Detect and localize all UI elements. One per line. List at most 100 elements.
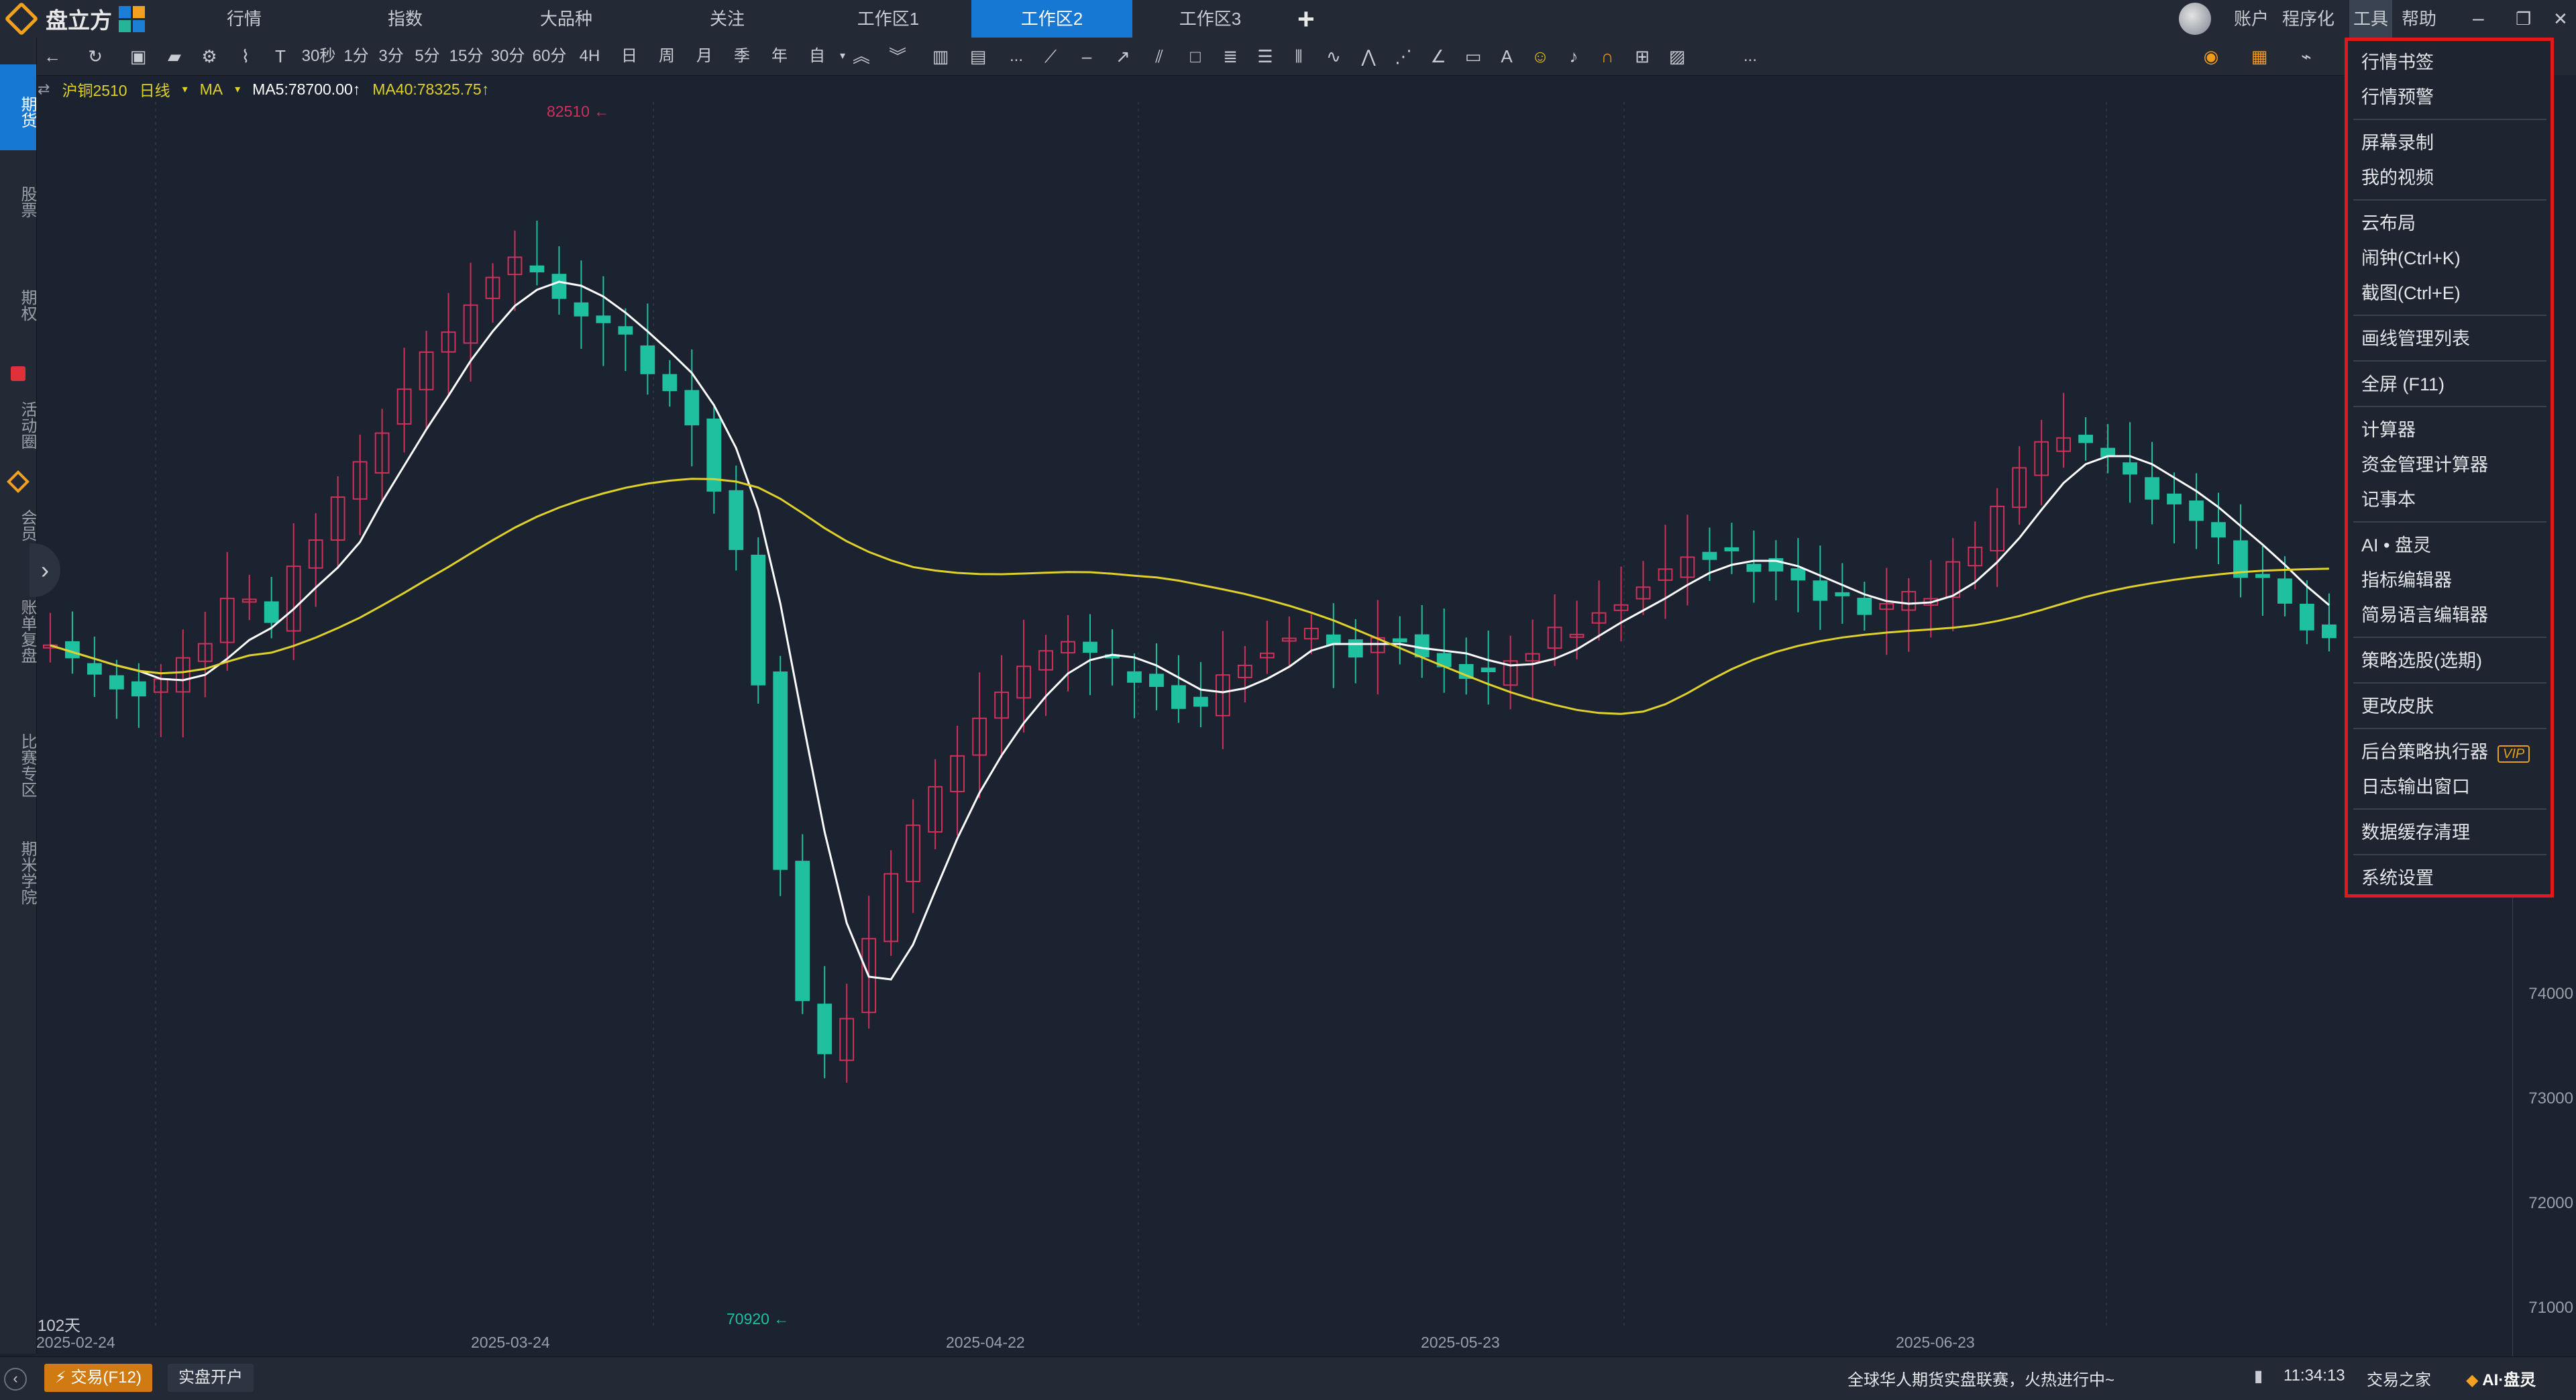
- tab-zhishu[interactable]: 指数: [325, 0, 486, 38]
- menu-item[interactable]: 更改皮肤: [2361, 692, 2434, 718]
- draw-line-icon[interactable]: ⟋: [1041, 47, 1060, 66]
- custom-dropdown-icon[interactable]: ▾: [833, 47, 852, 66]
- refresh-icon[interactable]: ↻: [86, 47, 105, 66]
- menu-item[interactable]: 我的视频: [2361, 163, 2434, 189]
- trade-assist-icon[interactable]: ◉: [2202, 47, 2220, 66]
- sidebar-item-academy[interactable]: 期米学院: [0, 816, 36, 930]
- wave-icon[interactable]: ∿: [1324, 47, 1343, 66]
- settings-gear-icon[interactable]: ⚙: [200, 47, 219, 66]
- close-icon[interactable]: ✕: [2553, 0, 2568, 38]
- zigzag-icon[interactable]: ⋀: [1359, 47, 1378, 66]
- menu-help[interactable]: 帮助: [2402, 0, 2436, 38]
- period-label[interactable]: 日线: [140, 78, 170, 101]
- broadcast-icon[interactable]: ⌁: [2297, 47, 2316, 66]
- ruler-icon[interactable]: ▭: [1464, 47, 1483, 66]
- fib-ext-icon[interactable]: ☰: [1256, 47, 1275, 66]
- text-icon[interactable]: T: [271, 47, 290, 66]
- period-15m[interactable]: 15分: [445, 38, 487, 75]
- menu-item[interactable]: 日志输出窗口: [2361, 772, 2470, 798]
- ai-panling-button[interactable]: ◆ AI·盘灵: [2466, 1366, 2536, 1390]
- tab-workspace-1[interactable]: 工作区1: [808, 0, 969, 38]
- tab-workspace-2[interactable]: 工作区2: [971, 0, 1132, 38]
- menu-item[interactable]: 数据缓存清理: [2361, 818, 2470, 844]
- indicator-label[interactable]: MA: [200, 80, 223, 99]
- menu-item[interactable]: 闹钟(Ctrl+K): [2361, 244, 2461, 270]
- period-30m[interactable]: 30分: [487, 38, 529, 75]
- parallel-lines-icon[interactable]: ⫽: [1150, 47, 1169, 66]
- period-day[interactable]: 日: [616, 38, 643, 75]
- tab-dapinzhong[interactable]: 大品种: [486, 0, 647, 38]
- add-tab-plus-icon[interactable]: +: [1297, 3, 1315, 36]
- horizontal-line-icon[interactable]: –: [1077, 47, 1096, 66]
- menu-item[interactable]: 资金管理计算器: [2361, 450, 2488, 476]
- symbol-label[interactable]: 沪铜2510: [62, 78, 127, 101]
- period-year[interactable]: 年: [766, 38, 793, 75]
- menu-item[interactable]: 画线管理列表: [2361, 324, 2470, 350]
- period-5m[interactable]: 5分: [411, 38, 444, 75]
- trade-button[interactable]: ⚡ 交易(F12): [44, 1364, 152, 1392]
- real-account-button[interactable]: 实盘开户: [168, 1364, 254, 1392]
- zoom-in-icon[interactable]: ︽: [852, 47, 871, 66]
- menu-item[interactable]: 后台策略执行器 VIP: [2361, 737, 2530, 763]
- period-30s[interactable]: 30秒: [298, 38, 339, 75]
- candlestick-chart[interactable]: 82510 ← 70920 ←: [37, 75, 2512, 1356]
- fib-icon[interactable]: ≣: [1221, 47, 1240, 66]
- period-dropdown-icon[interactable]: ▾: [182, 83, 188, 96]
- ray-icon[interactable]: ↗: [1114, 47, 1132, 66]
- tab-hangqing[interactable]: 行情: [164, 0, 325, 38]
- restore-icon[interactable]: ❐: [2516, 0, 2531, 38]
- user-avatar[interactable]: [2179, 3, 2211, 35]
- grid-icon[interactable]: ⊞: [1633, 47, 1652, 66]
- app-logo[interactable]: 盘立方: [4, 1, 145, 36]
- minimize-icon[interactable]: –: [2473, 0, 2484, 38]
- menu-item[interactable]: 截图(Ctrl+E): [2361, 278, 2461, 305]
- menu-item[interactable]: 策略选股(选期): [2361, 646, 2482, 672]
- bell-alert-icon[interactable]: ♪: [1564, 47, 1583, 66]
- back-arrow-icon[interactable]: ←: [43, 47, 62, 66]
- toolbar-more-1[interactable]: ...: [1006, 38, 1026, 75]
- menu-item[interactable]: 系统设置: [2361, 863, 2434, 890]
- sidebar-item-stocks[interactable]: 股票: [0, 172, 36, 232]
- split-columns-icon[interactable]: ▥: [931, 47, 950, 66]
- menu-item[interactable]: 行情书签: [2361, 48, 2434, 74]
- menu-tools[interactable]: 工具: [2349, 0, 2393, 38]
- period-60m[interactable]: 60分: [529, 38, 570, 75]
- tab-workspace-3[interactable]: 工作区3: [1130, 0, 1291, 38]
- folder-icon[interactable]: ▰: [165, 47, 184, 66]
- angle-icon[interactable]: ∠: [1429, 47, 1448, 66]
- menu-item[interactable]: 计算器: [2361, 415, 2416, 441]
- save-icon[interactable]: ▣: [129, 47, 148, 66]
- sidebar-item-futures[interactable]: 期货: [0, 64, 36, 150]
- period-1m[interactable]: 1分: [339, 38, 373, 75]
- rectangle-icon[interactable]: □: [1186, 47, 1205, 66]
- sidebar-item-options[interactable]: 期权: [0, 275, 36, 335]
- period-season[interactable]: 季: [729, 38, 755, 75]
- emoji-icon[interactable]: ☺: [1531, 47, 1550, 66]
- image-icon[interactable]: ▨: [1668, 47, 1686, 66]
- sidebar-item-activity[interactable]: 活动圈: [0, 385, 36, 466]
- zoom-out-icon[interactable]: ︾: [888, 47, 907, 66]
- split-rows-icon[interactable]: ▤: [969, 47, 987, 66]
- menu-account[interactable]: 账户: [2234, 0, 2269, 38]
- trade-home-link[interactable]: 交易之家: [2367, 1366, 2431, 1390]
- menu-item[interactable]: 指标编辑器: [2361, 566, 2452, 592]
- calendar-icon[interactable]: ▦: [2250, 47, 2269, 66]
- menu-program[interactable]: 程序化: [2282, 0, 2334, 38]
- menu-item[interactable]: 行情预警: [2361, 83, 2434, 109]
- marquee-text[interactable]: 全球华人期货实盘联赛，火热进行中~: [1847, 1366, 2114, 1390]
- menu-item[interactable]: 简易语言编辑器: [2361, 600, 2488, 627]
- cycle-lines-icon[interactable]: ⦀: [1289, 47, 1308, 66]
- sidebar-item-contest[interactable]: 比赛专区: [0, 708, 36, 822]
- period-custom[interactable]: 自: [804, 38, 830, 75]
- link-icon[interactable]: ⇄: [38, 80, 50, 98]
- menu-item[interactable]: 全屏 (F11): [2361, 370, 2445, 396]
- menu-item[interactable]: 屏幕录制: [2361, 128, 2434, 154]
- magnet-icon[interactable]: ∩: [1598, 47, 1617, 66]
- line-chart-icon[interactable]: ⌇: [236, 47, 255, 66]
- menu-item[interactable]: 云布局: [2361, 209, 2416, 235]
- fan-icon[interactable]: ⋰: [1394, 47, 1413, 66]
- period-month[interactable]: 月: [691, 38, 718, 75]
- period-3m[interactable]: 3分: [374, 38, 408, 75]
- text-annotation-icon[interactable]: A: [1497, 47, 1516, 66]
- tab-guanzhu[interactable]: 关注: [647, 0, 808, 38]
